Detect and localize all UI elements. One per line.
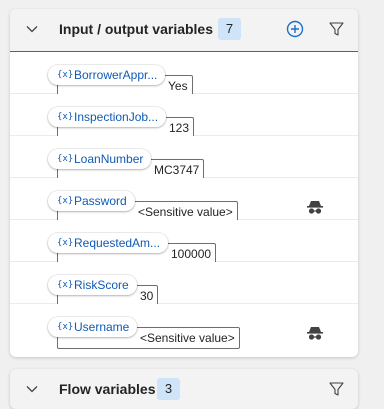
variable-row[interactable]: 100000 {x} RequestedAm...	[10, 220, 358, 265]
variable-icon: {x}	[57, 70, 74, 80]
section-title: Input / output variables	[59, 21, 214, 37]
variable-value: 100000	[171, 247, 212, 261]
variable-value: 123	[169, 121, 190, 135]
variable-name-chip[interactable]: {x} InspectionJob...	[48, 107, 167, 127]
variable-value: <Sensitive value>	[140, 331, 235, 345]
variable-name-chip[interactable]: {x} RiskScore	[48, 275, 137, 295]
variable-name-chip[interactable]: {x} Username	[48, 317, 138, 337]
variable-value: Yes	[168, 79, 188, 93]
variable-name: InspectionJob...	[74, 110, 159, 124]
section-title: Flow variables	[59, 381, 156, 397]
variable-icon: {x}	[57, 238, 74, 248]
variable-name: LoanNumber	[74, 152, 144, 166]
variable-name-chip[interactable]: {x} LoanNumber	[48, 149, 152, 169]
incognito-icon	[307, 201, 323, 214]
variables-list: Yes {x} BorrowerAppr... 123 {x} InspectionJob…	[10, 52, 358, 349]
count-badge: 3	[157, 378, 180, 400]
variable-value: MC3747	[154, 163, 200, 177]
variable-name: RiskScore	[74, 278, 129, 292]
variable-row[interactable]: 30 {x} RiskScore	[10, 262, 358, 307]
variable-row[interactable]: MC3747 {x} LoanNumber	[10, 136, 358, 181]
variable-name: Password	[74, 194, 127, 208]
input-output-variables-header[interactable]: Input / output variables 7	[10, 9, 358, 52]
filter-icon[interactable]	[329, 21, 344, 37]
variable-value: 30	[140, 289, 154, 303]
variable-icon: {x}	[57, 154, 74, 164]
variable-name-chip[interactable]: {x} BorrowerAppr...	[48, 65, 166, 85]
variable-name: BorrowerAppr...	[74, 68, 158, 82]
variable-icon: {x}	[57, 322, 74, 332]
incognito-icon	[307, 327, 323, 340]
variable-icon: {x}	[57, 280, 74, 290]
variable-row[interactable]: <Sensitive value> {x} Password	[10, 178, 358, 223]
variable-name-chip[interactable]: {x} RequestedAm...	[48, 233, 169, 253]
variable-name: RequestedAm...	[74, 236, 161, 250]
variable-icon: {x}	[57, 196, 74, 206]
chevron-down-icon[interactable]	[25, 22, 39, 36]
variable-name-chip[interactable]: {x} Password	[48, 191, 135, 211]
add-circle-icon[interactable]	[286, 20, 304, 38]
count-badge: 7	[218, 18, 241, 40]
variable-row[interactable]: Yes {x} BorrowerAppr...	[10, 52, 358, 97]
variable-icon: {x}	[57, 112, 74, 122]
variable-row[interactable]: <Sensitive value> {x} Username	[10, 304, 358, 349]
filter-icon[interactable]	[329, 381, 344, 397]
variable-row[interactable]: 123 {x} InspectionJob...	[10, 94, 358, 139]
variable-value: <Sensitive value>	[138, 205, 233, 219]
flow-variables-panel[interactable]: Flow variables 3	[10, 369, 358, 409]
input-output-variables-panel: Input / output variables 7 Yes {x} Borrowe…	[10, 9, 358, 357]
variable-name: Username	[74, 320, 130, 334]
chevron-down-icon[interactable]	[25, 382, 39, 396]
